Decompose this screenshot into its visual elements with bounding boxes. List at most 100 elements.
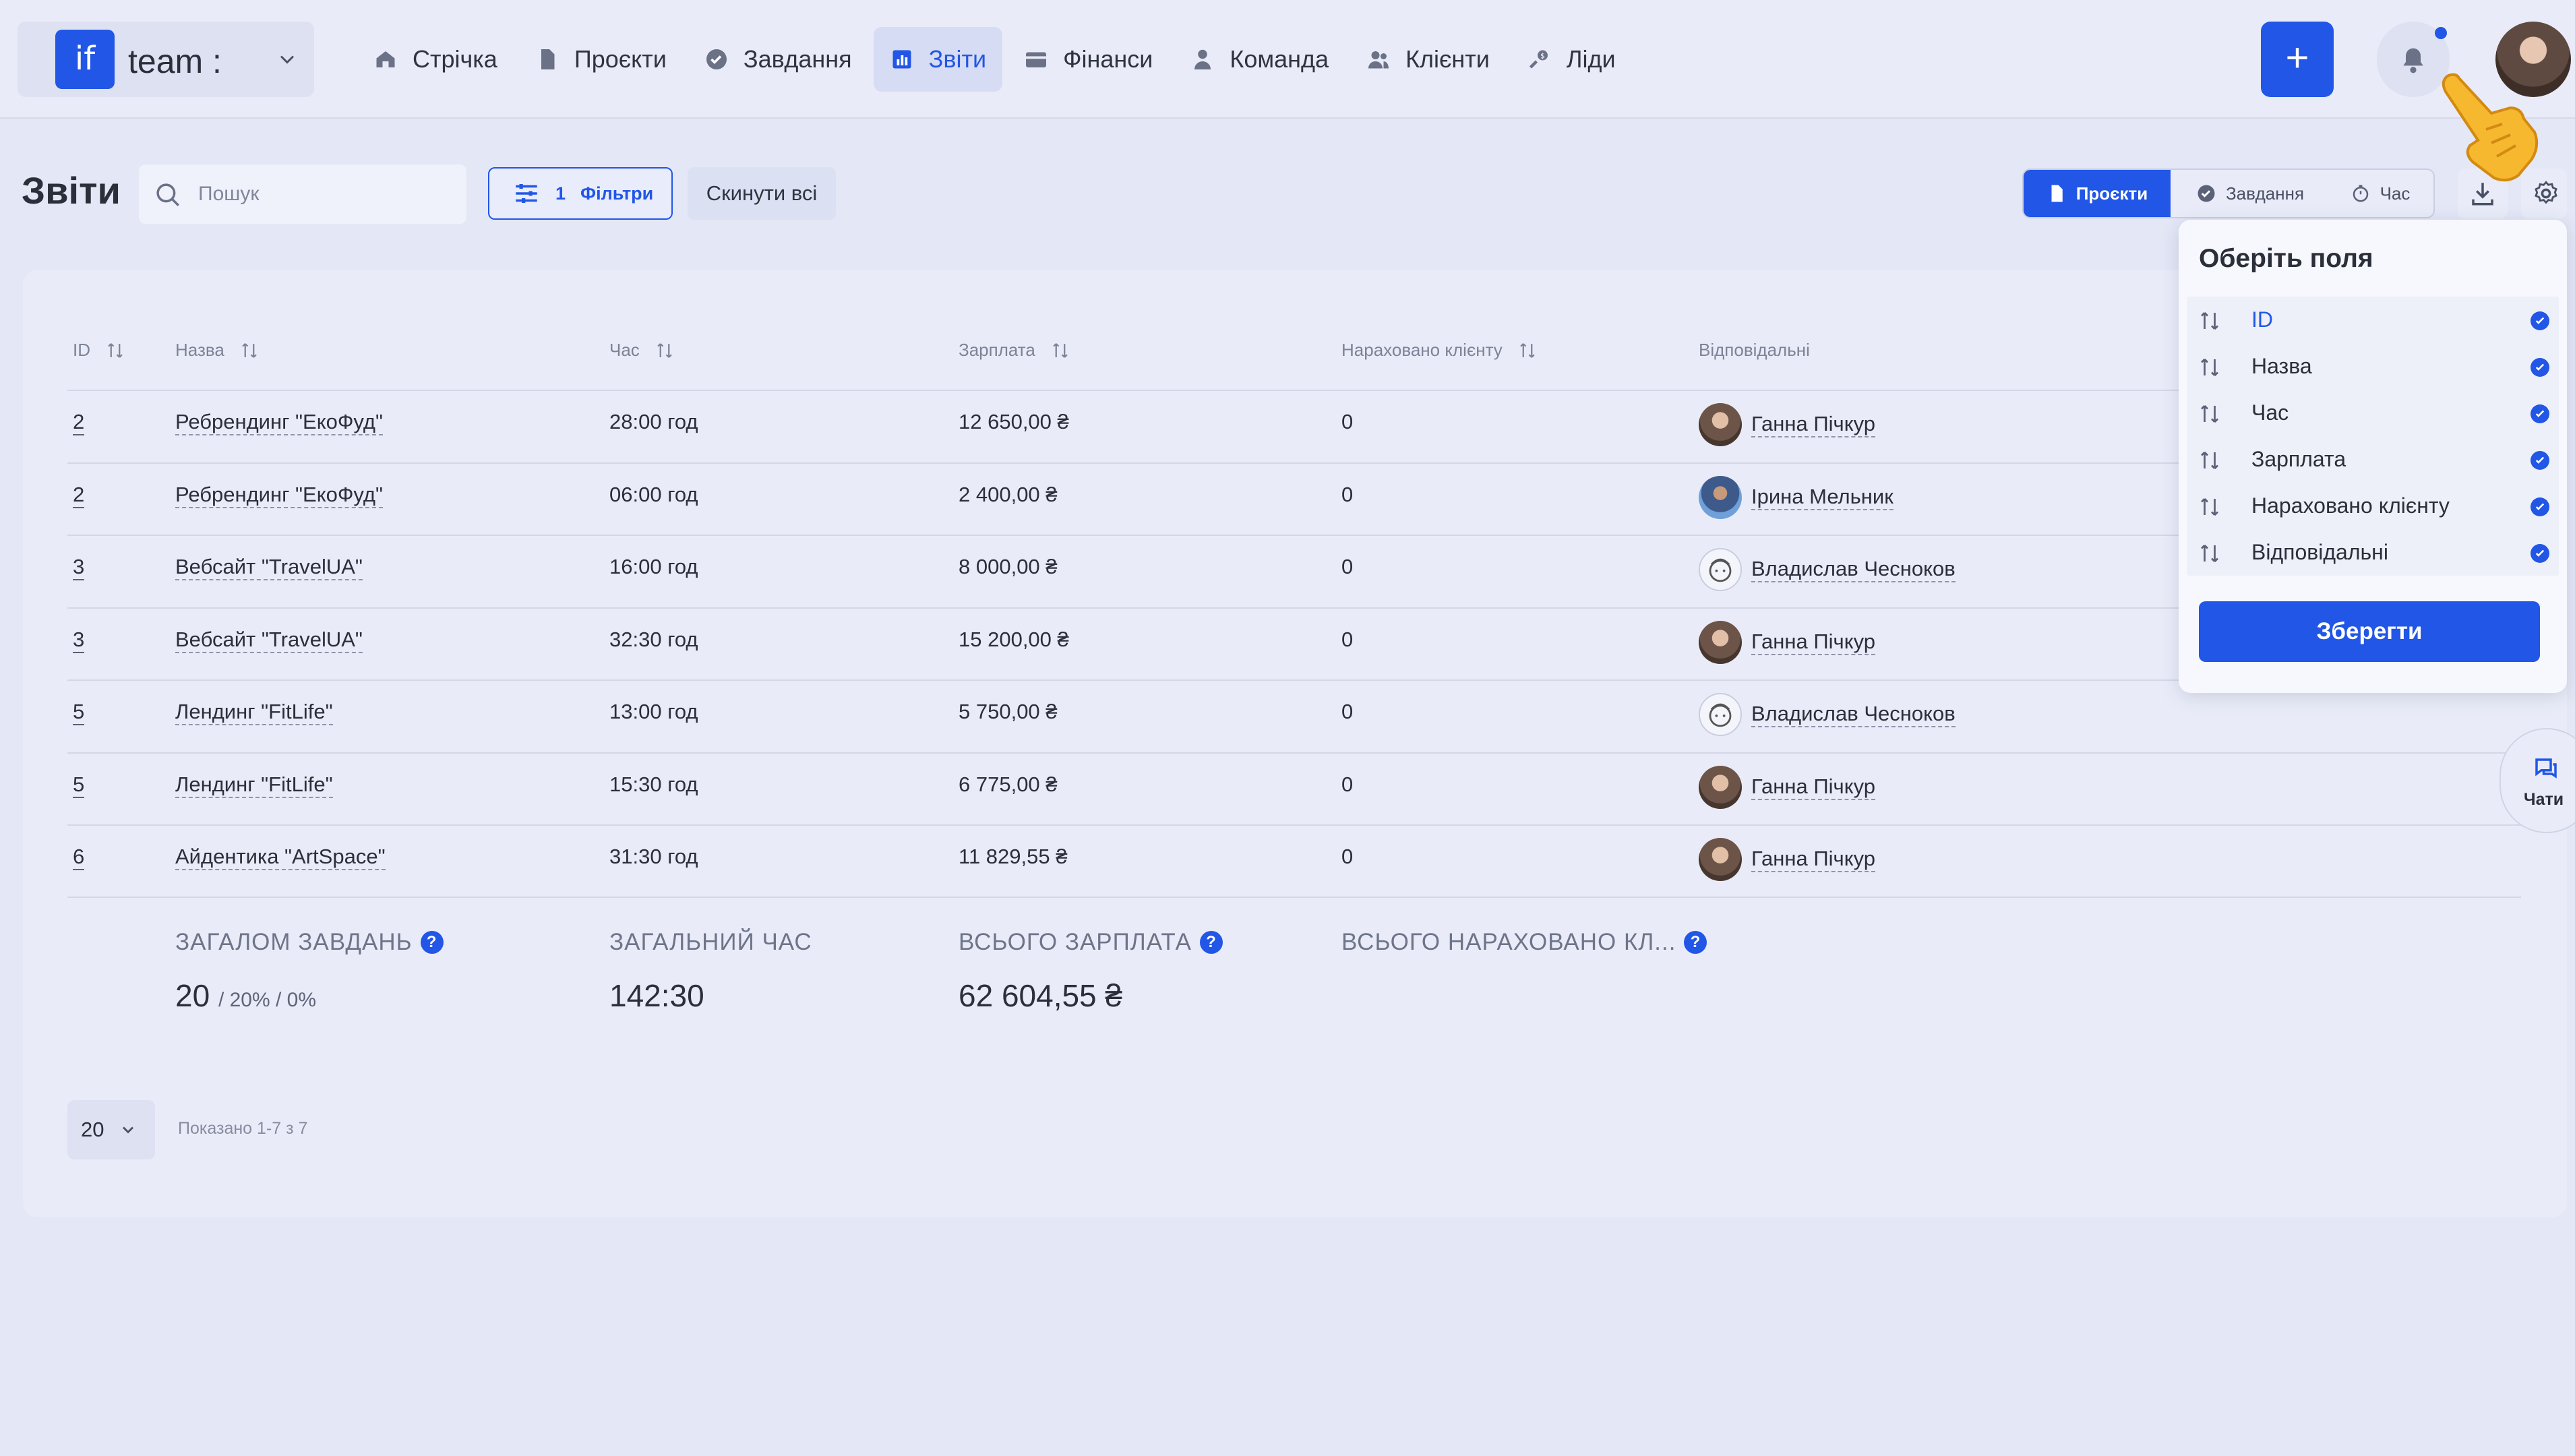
row-responsible[interactable]: Ганна Пічкур (1699, 620, 1876, 664)
col-header-charged[interactable]: Нараховано клієнту (1341, 340, 1538, 361)
total-salary-text: ВСЬОГО ЗАРПЛАТА (959, 929, 1192, 955)
col-header-id[interactable]: ID (73, 340, 125, 361)
row-time: 06:00 год (609, 482, 698, 506)
row-responsible[interactable]: Ганна Пічкур (1699, 765, 1876, 809)
row-id-link[interactable]: 2 (73, 410, 85, 435)
bell-icon (2403, 48, 2423, 73)
row-id-link[interactable]: 5 (73, 700, 85, 725)
row-charged: 0 (1341, 627, 1354, 651)
checkbox-checked-icon[interactable] (2531, 358, 2549, 377)
nav-team[interactable]: Команда (1174, 27, 1345, 92)
column-option[interactable]: Назва (2187, 343, 2559, 390)
row-responsible[interactable]: Ганна Пічкур (1699, 403, 1876, 446)
avatar (1699, 475, 1742, 519)
column-option-label: Час (2251, 400, 2289, 425)
responsible-name[interactable]: Ірина Мельник (1751, 485, 1894, 510)
add-button[interactable]: + (2261, 22, 2334, 97)
column-option-label: Зарплата (2251, 447, 2346, 471)
responsible-name[interactable]: Владислав Чесноков (1751, 702, 1956, 727)
row-responsible[interactable]: Ганна Пічкур (1699, 838, 1876, 881)
checkbox-checked-icon[interactable] (2531, 451, 2549, 470)
search-input[interactable] (198, 177, 454, 212)
row-id-link[interactable]: 6 (73, 845, 85, 870)
view-tasks-tab[interactable]: Завдання (2171, 170, 2330, 217)
row-name-link[interactable]: Айдентика "ArtSpace" (175, 845, 386, 870)
row-id-link[interactable]: 2 (73, 483, 85, 508)
checkbox-checked-icon[interactable] (2531, 497, 2549, 516)
chat-tab[interactable]: Чати (2500, 728, 2575, 833)
row-id-link[interactable]: 3 (73, 628, 85, 653)
column-option[interactable]: Час (2187, 390, 2559, 436)
column-option[interactable]: Нараховано клієнту (2187, 483, 2559, 529)
row-divider (67, 607, 2521, 609)
table-divider (67, 390, 2521, 391)
row-name-link[interactable]: Лендинг "FitLife" (175, 772, 333, 798)
total-time-value: 142:30 (609, 978, 704, 1013)
reorder-icon[interactable] (2198, 402, 2222, 426)
nav-leads[interactable]: $ Ліди (1511, 27, 1632, 92)
row-charged: 0 (1341, 772, 1354, 796)
row-responsible[interactable]: Владислав Чесноков (1699, 693, 1956, 736)
reorder-icon[interactable] (2198, 448, 2222, 473)
nav-finance[interactable]: Фінанси (1008, 27, 1169, 92)
row-responsible[interactable]: Ірина Мельник (1699, 475, 1894, 519)
responsible-name[interactable]: Ганна Пічкур (1751, 775, 1876, 800)
responsible-name[interactable]: Ганна Пічкур (1751, 412, 1876, 437)
reset-filters-button[interactable]: Скинути всі (688, 167, 836, 220)
row-name-link[interactable]: Вебсайт "TravelUA" (175, 628, 363, 653)
check-circle-icon (2198, 185, 2215, 202)
nav-reports[interactable]: Звіти (873, 27, 1003, 92)
checkbox-checked-icon[interactable] (2531, 311, 2549, 330)
filters-button[interactable]: 1 Фільтри (488, 167, 673, 220)
row-charged: 0 (1341, 845, 1354, 868)
row-id-link[interactable]: 5 (73, 772, 85, 798)
responsible-name[interactable]: Ганна Пічкур (1751, 630, 1876, 655)
row-name-link[interactable]: Ребрендинг "ЕкоФуд" (175, 483, 383, 508)
column-option[interactable]: ID (2187, 297, 2559, 343)
nav-label: Команда (1230, 45, 1329, 73)
nav-label: Клієнти (1405, 45, 1490, 73)
help-icon[interactable]: ? (1199, 931, 1223, 954)
reorder-icon[interactable] (2198, 541, 2222, 566)
svg-text:$: $ (1540, 53, 1545, 61)
nav-projects[interactable]: Проєкти (519, 27, 683, 92)
search-box (139, 164, 466, 224)
column-option[interactable]: Зарплата (2187, 436, 2559, 483)
wallet-icon (1026, 52, 1047, 67)
view-projects-tab[interactable]: Проєкти (2024, 170, 2171, 217)
col-header-time[interactable]: Час (609, 340, 675, 361)
view-switcher: Проєкти Завдання Час (2022, 169, 2435, 218)
responsible-name[interactable]: Владислав Чесноков (1751, 557, 1956, 582)
row-charged: 0 (1341, 410, 1354, 433)
row-name-link[interactable]: Ребрендинг "ЕкоФуд" (175, 410, 383, 435)
checkbox-checked-icon[interactable] (2531, 544, 2549, 563)
people-icon (1368, 51, 1389, 69)
row-name-link[interactable]: Лендинг "FitLife" (175, 700, 333, 725)
row-id-link[interactable]: 3 (73, 555, 85, 580)
column-option[interactable]: Відповідальні (2187, 529, 2559, 576)
row-responsible[interactable]: Владислав Чесноков (1699, 548, 1956, 591)
reorder-icon[interactable] (2198, 309, 2222, 333)
row-charged: 0 (1341, 482, 1354, 506)
view-time-tab[interactable]: Час (2330, 170, 2431, 217)
help-icon[interactable]: ? (420, 931, 444, 954)
col-header-salary[interactable]: Зарплата (959, 340, 1070, 361)
row-name-link[interactable]: Вебсайт "TravelUA" (175, 555, 363, 580)
row-salary: 8 000,00 ₴ (959, 555, 1058, 578)
reorder-icon[interactable] (2198, 495, 2222, 519)
column-options: ID Назва Час Зарплата Нараховано клієнту Відп… (2187, 297, 2559, 576)
page-size-select[interactable]: 20 (67, 1100, 155, 1159)
reorder-icon[interactable] (2198, 355, 2222, 380)
team-switcher[interactable]: if team : (18, 22, 314, 97)
sort-icon (657, 342, 672, 358)
nav-feed[interactable]: Стрічка (357, 27, 514, 92)
responsible-name[interactable]: Ганна Пічкур (1751, 847, 1876, 872)
row-salary: 11 829,55 ₴ (959, 845, 1068, 868)
nav-clients[interactable]: Клієнти (1350, 27, 1506, 92)
col-header-name[interactable]: Назва (175, 340, 260, 361)
avatar (1699, 693, 1742, 736)
save-button[interactable]: Зберегти (2199, 601, 2540, 662)
help-icon[interactable]: ? (1684, 931, 1707, 954)
checkbox-checked-icon[interactable] (2531, 404, 2549, 423)
nav-tasks[interactable]: Завдання (688, 27, 868, 92)
